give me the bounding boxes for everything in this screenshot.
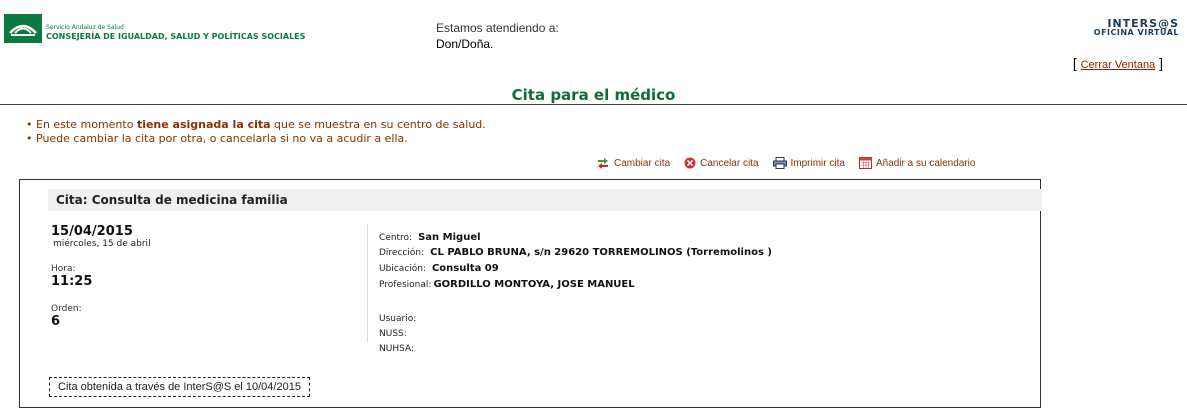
- profesional-row: Profesional: GORDILLO MONTOYA, JOSE MANUE…: [379, 272, 635, 291]
- junta-andalucia-logo: [4, 14, 42, 43]
- add-to-calendar-button[interactable]: Añadir a su calendario: [858, 157, 976, 169]
- column-divider: [367, 224, 368, 342]
- attending-label: Estamos atendiendo a:: [436, 21, 559, 35]
- change-appointment-button[interactable]: Cambiar cita: [596, 157, 670, 169]
- close-window-wrapper: [ Cerrar Ventana ]: [1072, 55, 1163, 71]
- appointment-title: Cita: Consulta de medicina familia: [56, 193, 288, 207]
- intersas-brand: INTERS@S OFICINA VIRTUAL: [1094, 17, 1179, 37]
- page-title: Cita para el médico: [511, 86, 676, 104]
- appointment-time: 11:25: [51, 274, 93, 289]
- cancel-appointment-button[interactable]: Cancelar cita: [684, 157, 759, 169]
- nuhsa-label: NUHSA:: [379, 344, 414, 354]
- org-small-label: Servicio Andaluz de Salud: [46, 24, 124, 31]
- appointment-datetime: 15/04/2015 miércoles, 15 de abril Hora: …: [51, 224, 151, 329]
- logo-emblem-icon: [4, 14, 42, 43]
- profesional-label: Profesional:: [379, 280, 432, 290]
- change-icon: [598, 158, 608, 169]
- appointment-weekday: miércoles, 15 de abril: [53, 239, 151, 249]
- appointment-header: Cita: Consulta de medicina familia: [48, 189, 1042, 211]
- profesional-value: GORDILLO MONTOYA, JOSE MANUEL: [433, 279, 635, 290]
- change-appointment-label: Cambiar cita: [614, 157, 671, 169]
- cancel-icon: [684, 157, 696, 169]
- calendar-icon: [858, 157, 872, 169]
- cancel-appointment-label: Cancelar cita: [700, 157, 759, 169]
- order-label: Orden:: [51, 304, 82, 314]
- time-label: Hora:: [51, 264, 76, 274]
- print-appointment-label: Imprimir cita: [790, 157, 845, 169]
- appointment-order: 6: [51, 314, 61, 329]
- print-appointment-button[interactable]: Imprimir cita: [772, 157, 845, 169]
- obtained-via-note: Cita obtenida a través de InterS@S el 10…: [49, 377, 310, 397]
- org-big-label: CONSEJERÍA DE IGUALDAD, SALUD Y POLÍTICA…: [46, 31, 306, 41]
- brand-sub: OFICINA VIRTUAL: [1093, 28, 1179, 37]
- title-divider: [0, 104, 1187, 105]
- attending-name: Don/Doña.: [436, 37, 494, 51]
- appointment-date: 15/04/2015: [51, 224, 133, 239]
- close-window-link[interactable]: Cerrar Ventana: [1081, 59, 1156, 71]
- attending-info: Estamos atendiendo a: Don/Doña.: [436, 21, 559, 51]
- add-to-calendar-label: Añadir a su calendario: [875, 157, 976, 169]
- bullet-assigned: En este momento tiene asignada la cita q…: [36, 118, 486, 132]
- info-bullets: En este momento tiene asignada la cita q…: [36, 118, 486, 146]
- bullet-change: Puede cambiar la cita por otra, o cancel…: [36, 132, 486, 146]
- appointment-panel: Cita: Consulta de medicina familia 15/04…: [19, 179, 1042, 408]
- organization-name: Servicio Andaluz de Salud CONSEJERÍA DE …: [46, 24, 306, 41]
- printer-icon: [772, 157, 787, 169]
- action-bar: Cambiar cita Cancelar cita Imprimir cita…: [596, 157, 975, 169]
- nuhsa-row: NUHSA:: [379, 336, 414, 355]
